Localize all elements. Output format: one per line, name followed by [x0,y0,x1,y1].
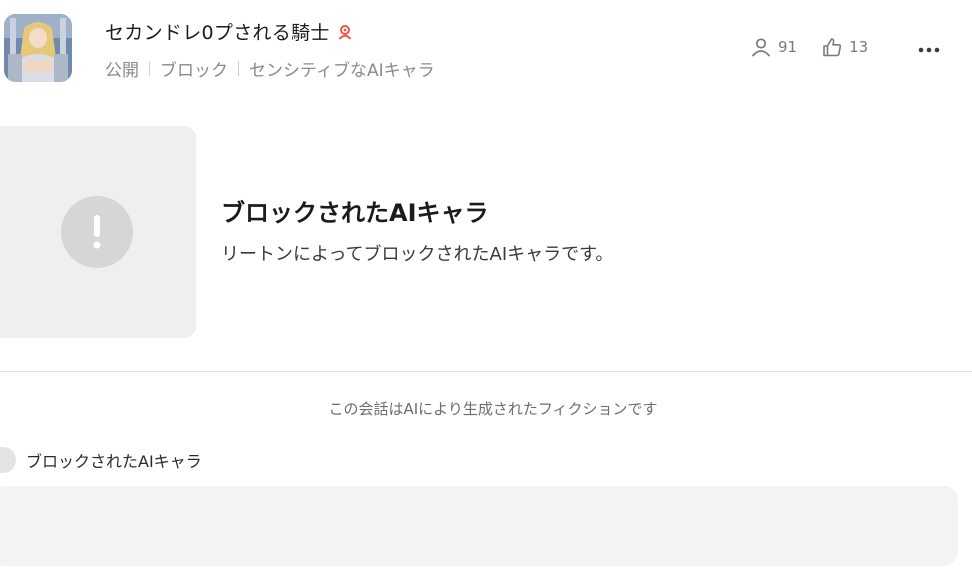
blocked-title: ブロックされたAIキャラ [221,199,489,227]
blocked-description: リートンによってブロックされたAIキャラです。 [221,244,614,265]
section-divider [0,371,972,372]
character-avatar[interactable] [4,14,72,82]
tag-sensitive: センシティブなAIキャラ [249,61,435,81]
likes-count: 13 [849,38,869,56]
more-horizontal-icon[interactable] [917,39,941,58]
character-stats: 91 13 [750,36,892,58]
users-count: 91 [778,38,798,56]
person-icon [750,36,772,58]
exclamation-circle-icon [61,196,133,268]
avatar-image [4,14,72,82]
character-name[interactable]: セカンドレ0プされる騎士 [105,18,330,45]
thumbs-up-icon[interactable] [821,36,843,58]
message-bubble [0,486,958,566]
character-header: セカンドレ0プされる騎士 公開 ブロック センシティブなAIキャラ 91 13 [0,0,972,100]
tag-public: 公開 [105,61,139,81]
speaker-avatar [0,447,16,473]
users-stat: 91 [750,36,797,58]
fiction-disclaimer: この会話はAIにより生成されたフィクションです [328,400,658,418]
page: セカンドレ0プされる騎士 公開 ブロック センシティブなAIキャラ 91 13 … [0,0,972,584]
blocked-thumbnail [0,126,196,338]
tag-divider [149,61,150,76]
tag-divider [238,61,239,76]
person-badge-icon [336,23,354,41]
more-options-button[interactable] [912,34,946,62]
likes-stat[interactable]: 13 [821,36,868,58]
character-title-row: セカンドレ0プされる騎士 [105,18,354,45]
speaker-name: ブロックされたAIキャラ [26,452,202,471]
tag-blocked: ブロック [160,61,228,81]
chat-speaker: ブロックされたAIキャラ [0,447,202,473]
character-tags: 公開 ブロック センシティブなAIキャラ [105,56,435,81]
